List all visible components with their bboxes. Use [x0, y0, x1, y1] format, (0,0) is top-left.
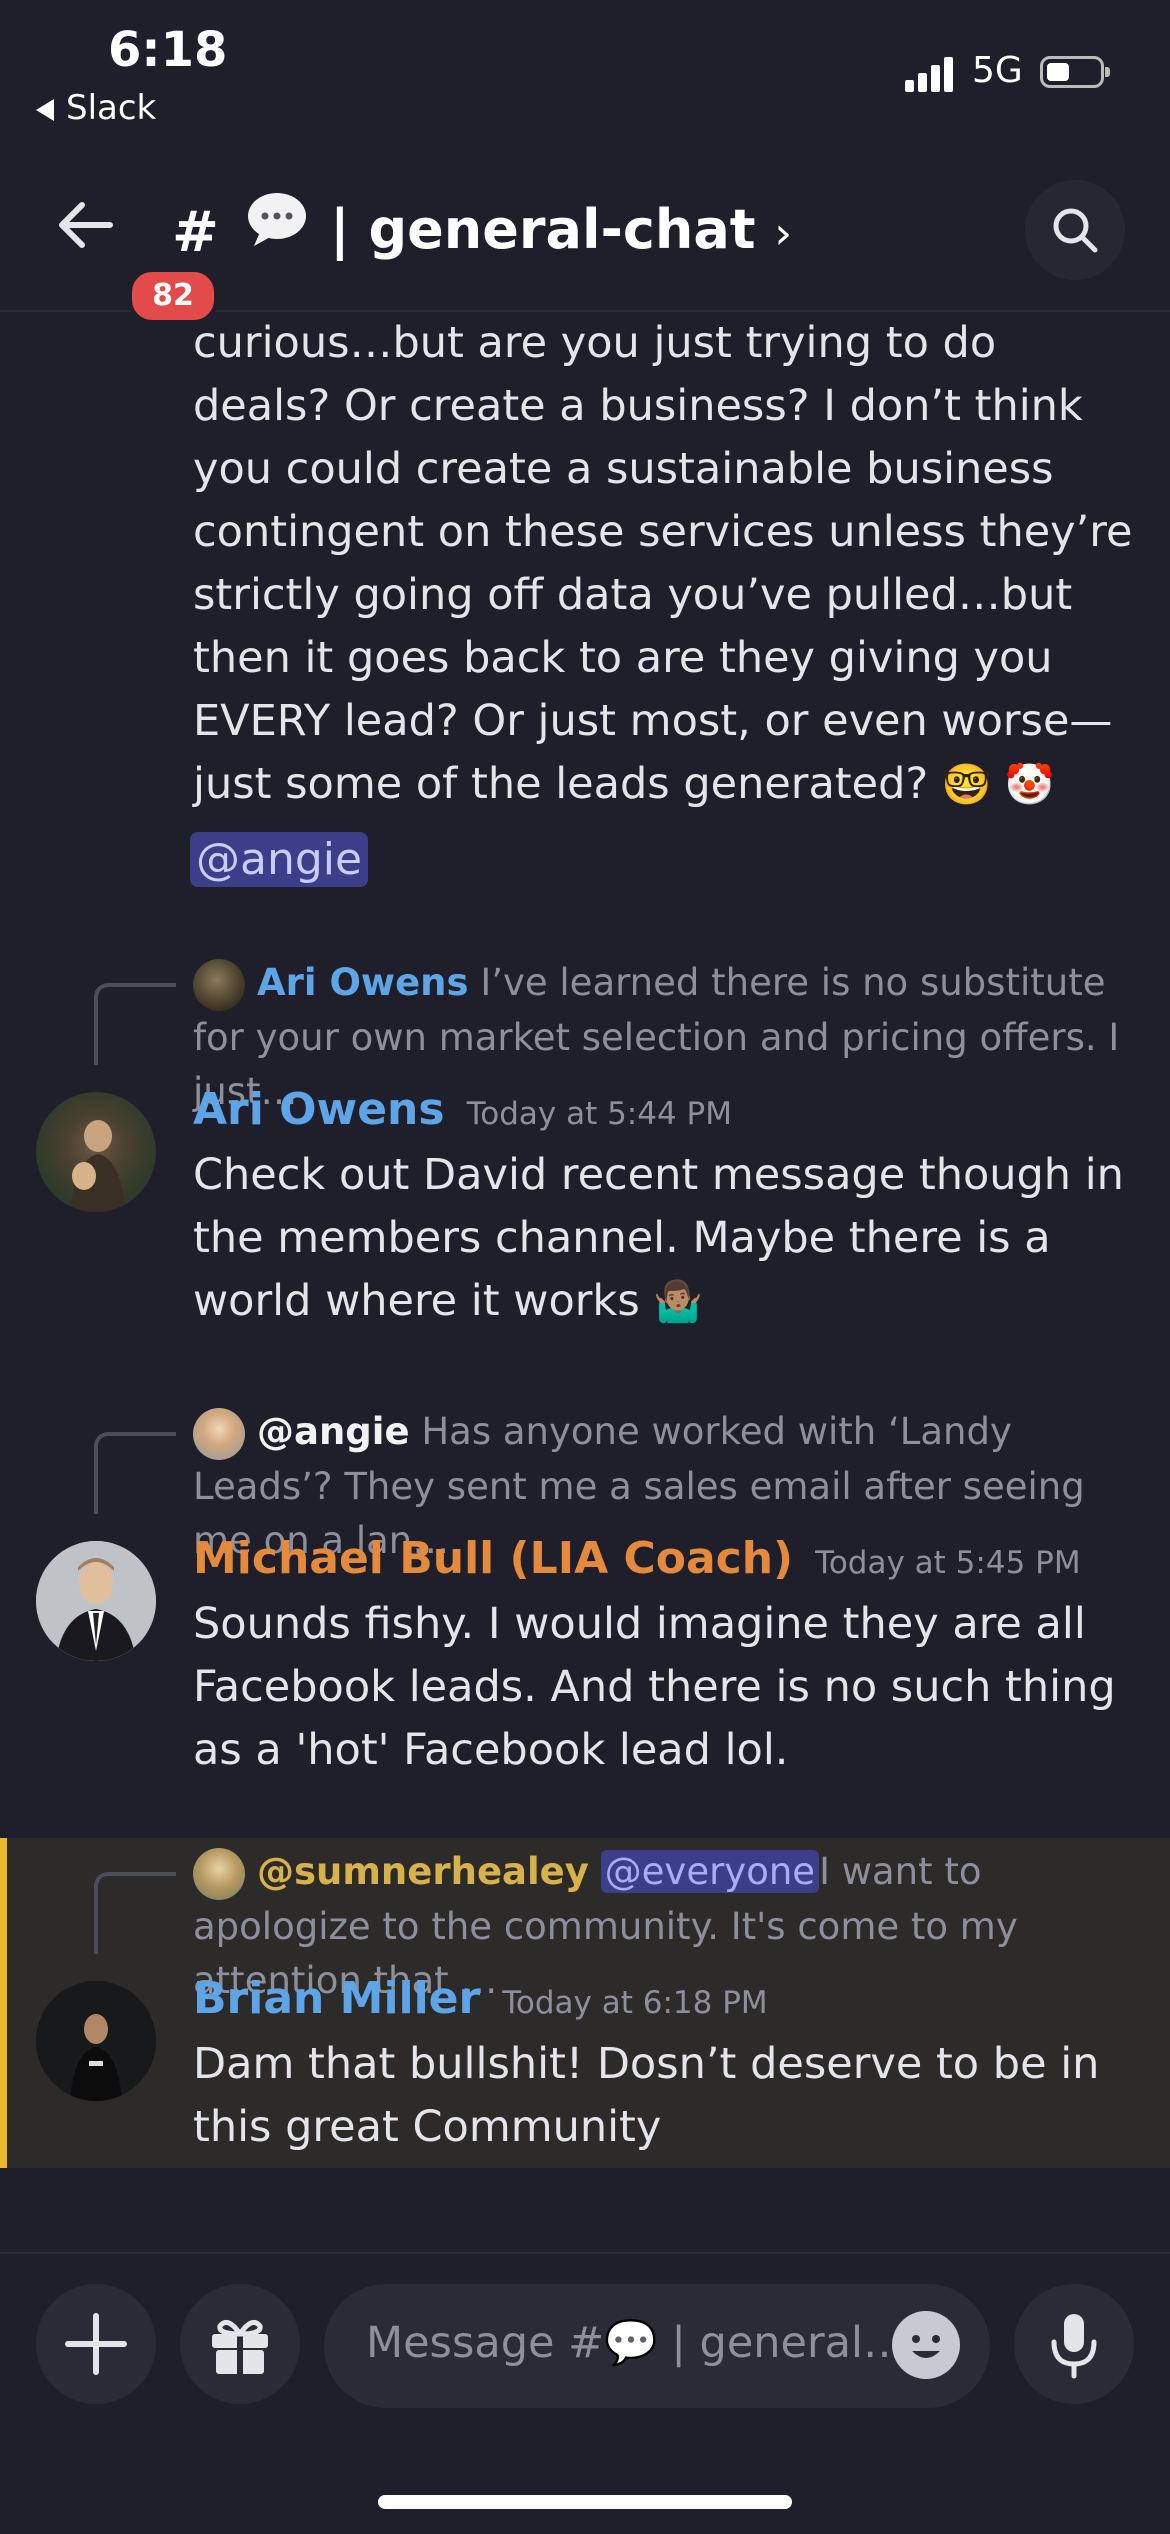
- home-indicator: [378, 2495, 792, 2509]
- message-body[interactable]: Dam that bullshit! Dosn’t deserve to be …: [193, 2033, 1153, 2159]
- emoji-picker-icon[interactable]: [892, 2311, 960, 2379]
- back-button[interactable]: 82: [48, 190, 218, 324]
- reply-connector: [94, 983, 176, 1065]
- search-button[interactable]: [1025, 180, 1125, 280]
- plus-icon: [65, 2313, 127, 2375]
- message-continuation[interactable]: curious…but are you just trying to do de…: [193, 312, 1133, 817]
- channel-header: 82 # | general-chat ›: [0, 160, 1170, 324]
- message-body[interactable]: Sounds fishy. I would imagine they are a…: [193, 1593, 1153, 1782]
- message-timestamp: Today at 6:18 PM: [502, 1985, 768, 2021]
- back-to-app-link[interactable]: Slack: [36, 88, 156, 128]
- reply-avatar: [193, 958, 245, 1011]
- message-timestamp: Today at 5:44 PM: [466, 1096, 732, 1132]
- message-input[interactable]: Message #💬 | general…: [324, 2284, 990, 2408]
- author-name: Michael Bull (LIA Coach): [193, 1533, 794, 1584]
- voice-message-button[interactable]: [1014, 2284, 1134, 2404]
- reply-connector: [94, 1872, 176, 1954]
- back-arrow-icon: [59, 202, 113, 248]
- avatar[interactable]: [36, 1092, 156, 1212]
- message-text: Dam that bullshit! Dosn’t deserve to be …: [193, 2039, 1100, 2152]
- cell-signal-icon: [905, 56, 955, 92]
- avatar[interactable]: [36, 1981, 156, 2101]
- channel-chevron-icon: ›: [774, 208, 792, 259]
- mention-angie[interactable]: @angie: [190, 832, 369, 887]
- channel-name: | general-chat: [330, 198, 756, 261]
- message-author[interactable]: Brian Miller Today at 6:18 PM: [193, 1973, 768, 2024]
- reply-author: @sumnerhealey: [257, 1850, 589, 1893]
- battery-icon: [1040, 56, 1110, 88]
- network-type: 5G: [972, 50, 1023, 91]
- microphone-icon: [1051, 2314, 1097, 2379]
- message-body[interactable]: Check out David recent message though in…: [193, 1144, 1153, 1334]
- back-app-label: Slack: [66, 88, 157, 128]
- status-bar: 6:18 Slack 5G: [0, 0, 1170, 150]
- gift-button[interactable]: [180, 2284, 300, 2404]
- author-name: Ari Owens: [193, 1084, 445, 1135]
- message-text: Sounds fishy. I would imagine they are a…: [193, 1599, 1116, 1775]
- reply-author: @angie: [257, 1410, 410, 1453]
- message-timestamp: Today at 5:45 PM: [815, 1545, 1081, 1581]
- reply-avatar: [193, 1847, 245, 1900]
- message-author[interactable]: Ari Owens Today at 5:44 PM: [193, 1084, 732, 1135]
- author-name: Brian Miller: [193, 1973, 481, 2024]
- message-text: curious…but are you just trying to do de…: [193, 318, 1133, 809]
- gift-icon: [212, 2319, 268, 2374]
- search-icon: [1053, 208, 1098, 253]
- add-attachment-button[interactable]: [36, 2284, 156, 2404]
- message-placeholder: Message #💬 | general…: [366, 2318, 906, 2368]
- message-author[interactable]: Michael Bull (LIA Coach) Today at 5:45 PM: [193, 1533, 1081, 1584]
- everyone-mention[interactable]: @everyone: [600, 1850, 820, 1893]
- message-emojis: 🤓 🤡: [941, 762, 1055, 808]
- avatar[interactable]: [36, 1541, 156, 1661]
- channel-title[interactable]: | general-chat ›: [330, 198, 792, 261]
- channel-hash-icon: #: [172, 200, 219, 265]
- back-triangle-icon: [36, 98, 54, 121]
- speech-bubble-icon: [248, 193, 306, 246]
- message-composer: Message #💬 | general…: [0, 2252, 1170, 2534]
- reply-avatar: [193, 1407, 245, 1460]
- shrug-emoji: 🤷🏽‍♂️: [653, 1279, 704, 1325]
- reply-author: Ari Owens: [257, 961, 469, 1004]
- status-time: 6:18: [108, 22, 228, 78]
- reply-connector: [94, 1432, 176, 1514]
